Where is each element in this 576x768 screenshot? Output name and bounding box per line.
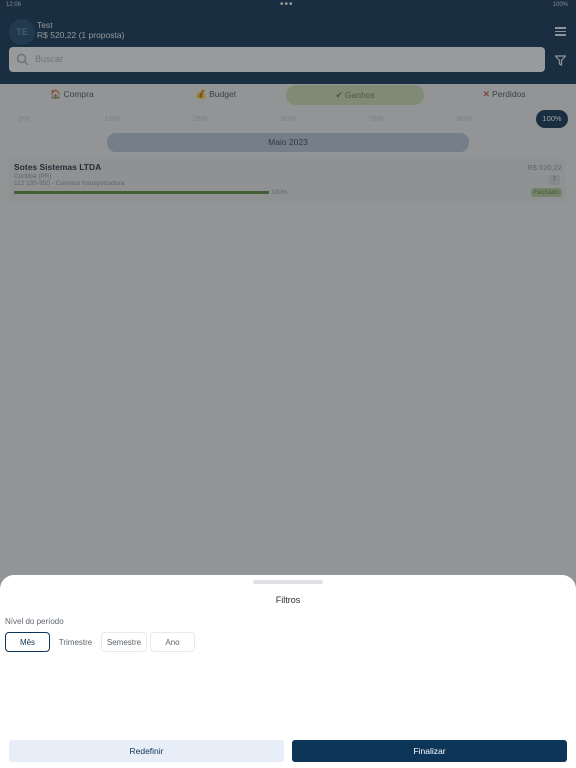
period-level-label: Nível do período (5, 617, 64, 626)
period-option-semestre[interactable]: Semestre (101, 632, 147, 652)
reset-button[interactable]: Redefinir (9, 740, 284, 762)
finish-button[interactable]: Finalizar (292, 740, 567, 762)
period-option-trimestre[interactable]: Trimestre (52, 632, 99, 652)
sheet-title: Filtros (275, 595, 301, 605)
sheet-drag-handle[interactable] (253, 580, 323, 584)
period-option-ano[interactable]: Ano (150, 632, 195, 652)
filters-sheet: Filtros Nível do período Mês Trimestre S… (0, 575, 576, 768)
period-option-mes[interactable]: Mês (5, 632, 50, 652)
